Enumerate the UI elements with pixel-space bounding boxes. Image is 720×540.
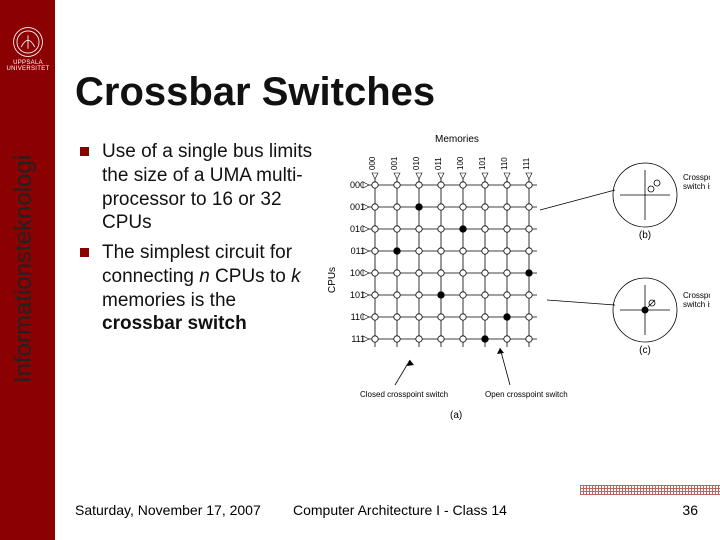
svg-text:switch is closed: switch is closed [683,300,710,309]
svg-text:101: 101 [478,156,487,170]
svg-text:switch is open: switch is open [683,182,710,191]
open-arrow-label: Open crosspoint switch [485,390,568,399]
closed-arrow-label: Closed crosspoint switch [360,390,448,399]
svg-text:011: 011 [434,157,443,170]
footer-course: Computer Architecture I - Class 14 [0,502,720,518]
memories-label: Memories [435,134,479,145]
decorative-dots [580,485,720,495]
subfigure-b: (b) [639,230,651,241]
closed-inset-label-1: Crosspoint [683,291,710,300]
subfigure-c: (c) [639,345,651,356]
svg-text:100: 100 [456,156,465,170]
footer-page-number: 36 [682,502,698,518]
slide-title: Crossbar Switches [75,70,435,115]
bullet-list: Use of a single bus limits the size of a… [80,140,320,342]
svg-text:110: 110 [500,157,509,170]
university-seal-icon [11,25,45,59]
svg-text:010: 010 [412,156,421,170]
crossbar-figure: Memories 000001010011100101110111 000001… [325,130,710,420]
svg-text:111: 111 [522,157,531,170]
university-name: UPPSALA UNIVERSITET [6,60,50,72]
subfigure-a: (a) [450,410,462,420]
svg-text:000: 000 [368,156,377,170]
department-name: Informationsteknologi [10,119,38,419]
bullet-item: Use of a single bus limits the size of a… [80,140,320,235]
cpus-label: CPUs [327,267,338,293]
svg-text:001: 001 [390,156,399,170]
open-inset-label-1: Crosspoint [683,173,710,182]
bullet-item: The simplest circuit for connecting n CP… [80,241,320,336]
